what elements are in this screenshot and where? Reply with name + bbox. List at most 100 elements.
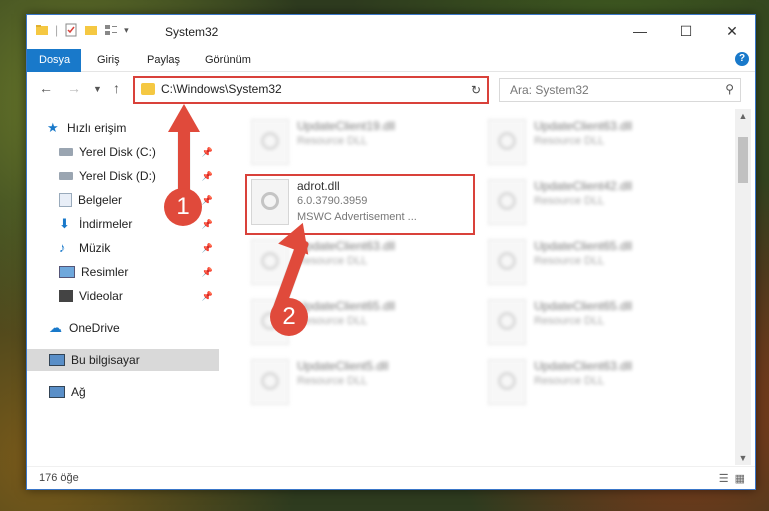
new-folder-icon[interactable] <box>84 23 98 37</box>
dll-file-icon <box>488 179 526 225</box>
sidebar-item-onedrive[interactable]: ☁ OneDrive <box>27 317 219 339</box>
gear-icon <box>498 192 516 210</box>
recent-locations-icon[interactable]: ▼ <box>93 84 102 94</box>
maximize-icon: ☐ <box>679 22 693 39</box>
sidebar-item-videos[interactable]: Videolar 📌 <box>27 285 219 307</box>
file-name: UpdateClient63.dll <box>534 359 633 373</box>
gear-icon <box>498 252 516 270</box>
dll-file-icon <box>251 119 289 165</box>
search-icon: ⚲ <box>725 82 734 96</box>
toolbar-separator: | <box>55 23 59 37</box>
pin-icon[interactable]: 📌 <box>202 291 213 302</box>
refresh-button[interactable]: ↻ <box>465 76 489 104</box>
sidebar-item-label: Yerel Disk (C:) <box>79 145 156 159</box>
scroll-up-icon[interactable]: ▲ <box>735 111 751 121</box>
tab-share[interactable]: Paylaş <box>135 49 192 71</box>
close-icon: ✕ <box>726 22 738 39</box>
file-description: Resource DLL <box>297 375 368 387</box>
file-item[interactable]: UpdateClient42.dll Resource DLL <box>484 175 714 229</box>
file-name: UpdateClient65.dll <box>534 299 633 313</box>
pin-icon[interactable]: 📌 <box>202 219 213 230</box>
view-options-icon[interactable] <box>104 23 118 37</box>
gear-icon <box>261 252 279 270</box>
file-item[interactable]: UpdateClient5.dll Resource DLL <box>247 355 477 409</box>
file-list: UpdateClient19.dll Resource DLL UpdateCl… <box>219 109 737 465</box>
file-description: Resource DLL <box>534 315 605 327</box>
sidebar-item-label: Müzik <box>79 241 111 255</box>
ribbon-tabs: Dosya Giriş Paylaş Görünüm <box>27 49 755 103</box>
sidebar-item-music[interactable]: ♪ Müzik 📌 <box>27 237 219 259</box>
view-switcher: ☰ ▦ <box>719 472 745 485</box>
sidebar-item-local-disk-d[interactable]: Yerel Disk (D:) 📌 <box>27 165 219 187</box>
gear-icon <box>261 132 279 150</box>
back-button[interactable]: ← <box>39 80 53 96</box>
navigation-bar: ← → ▼ ↑ C:\Windows\System32 ⌄ ↻ Ara: Sys… <box>27 72 755 106</box>
dll-file-icon <box>488 359 526 405</box>
file-description: Resource DLL <box>534 375 605 387</box>
sidebar-item-label: Hızlı erişim <box>67 121 127 135</box>
dll-file-icon <box>488 119 526 165</box>
up-button[interactable]: ↑ <box>113 80 120 96</box>
cloud-icon: ☁ <box>49 320 62 335</box>
navigation-pane: ★ Hızlı erişim Yerel Disk (C:) 📌 Yerel D… <box>27 109 219 465</box>
details-view-icon[interactable]: ☰ <box>719 472 729 485</box>
file-highlight-box <box>245 174 475 235</box>
tab-view[interactable]: Görünüm <box>193 49 263 71</box>
sidebar-item-label: Belgeler <box>78 193 123 207</box>
pictures-icon <box>59 266 75 278</box>
sidebar-item-label: Bu bilgisayar <box>71 353 140 367</box>
close-button[interactable]: ✕ <box>709 15 755 47</box>
file-item[interactable]: UpdateClient65.dll Resource DLL <box>484 235 714 289</box>
drive-icon <box>59 172 73 180</box>
gear-icon <box>261 372 279 390</box>
scrollbar-thumb[interactable] <box>738 137 748 183</box>
minimize-button[interactable]: — <box>617 15 663 47</box>
pin-icon[interactable]: 📌 <box>202 147 213 158</box>
file-name: UpdateClient65.dll <box>534 239 633 253</box>
sidebar-item-pictures[interactable]: Resimler 📌 <box>27 261 219 283</box>
help-icon[interactable]: ? <box>735 52 749 66</box>
large-icons-view-icon[interactable]: ▦ <box>735 472 745 485</box>
status-bar: 176 öğe ☰ ▦ <box>27 466 755 489</box>
file-item[interactable]: UpdateClient63.dll Resource DLL <box>484 115 714 169</box>
file-name: UpdateClient42.dll <box>534 179 633 193</box>
annotation-arrowhead-1 <box>168 104 200 132</box>
dll-file-icon <box>488 239 526 285</box>
search-input[interactable]: Ara: System32 ⚲ <box>499 78 741 102</box>
sidebar-item-this-pc[interactable]: Bu bilgisayar <box>27 349 219 371</box>
sidebar-item-label: Videolar <box>79 289 123 303</box>
step-1-badge: 1 <box>164 188 202 226</box>
item-count: 176 öğe <box>39 472 79 484</box>
pin-icon[interactable]: 📌 <box>202 243 213 254</box>
vertical-scrollbar[interactable]: ▲ ▼ <box>735 109 751 465</box>
scroll-down-icon[interactable]: ▼ <box>735 453 751 463</box>
pin-icon[interactable]: 📌 <box>202 195 213 206</box>
gear-icon <box>498 132 516 150</box>
gear-icon <box>498 372 516 390</box>
sidebar-item-label: Ağ <box>71 385 86 399</box>
file-item[interactable]: UpdateClient19.dll Resource DLL <box>247 115 477 169</box>
sidebar-item-label: Yerel Disk (D:) <box>79 169 156 183</box>
step-2-badge: 2 <box>270 298 308 336</box>
customize-toolbar-icon[interactable]: ▾ <box>124 25 129 36</box>
computer-icon <box>49 354 65 366</box>
pin-icon[interactable]: 📌 <box>202 267 213 278</box>
tab-home[interactable]: Giriş <box>85 49 132 71</box>
drive-icon <box>59 148 73 156</box>
sidebar-item-local-disk-c[interactable]: Yerel Disk (C:) 📌 <box>27 141 219 163</box>
sidebar-item-network[interactable]: Ağ <box>27 381 219 403</box>
file-item[interactable]: UpdateClient63.dll Resource DLL <box>484 355 714 409</box>
file-description: Resource DLL <box>297 135 368 147</box>
videos-icon <box>59 290 73 302</box>
forward-button[interactable]: → <box>67 80 81 96</box>
properties-icon[interactable] <box>64 23 78 37</box>
documents-icon <box>59 193 72 207</box>
file-description: Resource DLL <box>534 195 605 207</box>
file-item[interactable]: UpdateClient65.dll Resource DLL <box>484 295 714 349</box>
search-placeholder: Ara: System32 <box>510 83 589 97</box>
sidebar-item-label: İndirmeler <box>79 217 133 231</box>
address-bar[interactable]: C:\Windows\System32 ⌄ <box>133 76 489 104</box>
maximize-button[interactable]: ☐ <box>663 15 709 47</box>
sidebar-item-label: Resimler <box>81 265 129 279</box>
pin-icon[interactable]: 📌 <box>202 171 213 182</box>
